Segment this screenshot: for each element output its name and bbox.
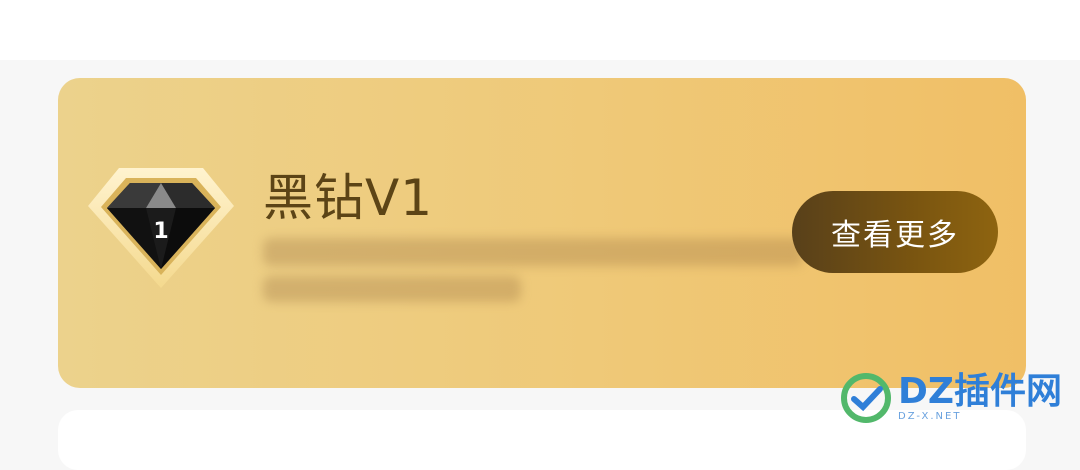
page-background [0,0,1080,60]
blurred-description-line-1 [263,238,803,266]
membership-card: 1 黑钻V1 查看更多 [58,78,1026,388]
black-diamond-badge-icon: 1 [86,160,236,290]
membership-title: 黑钻V1 [263,169,434,227]
level-number: 1 [153,219,169,244]
watermark: DZ插件网 DZ-X.NET [840,372,1062,424]
watermark-sub-text: DZ-X.NET [898,411,962,422]
watermark-main-text: DZ插件网 [898,371,1062,412]
dz-logo-icon [841,373,891,423]
view-more-button[interactable]: 查看更多 [792,191,998,273]
blurred-description-line-2 [263,276,521,302]
